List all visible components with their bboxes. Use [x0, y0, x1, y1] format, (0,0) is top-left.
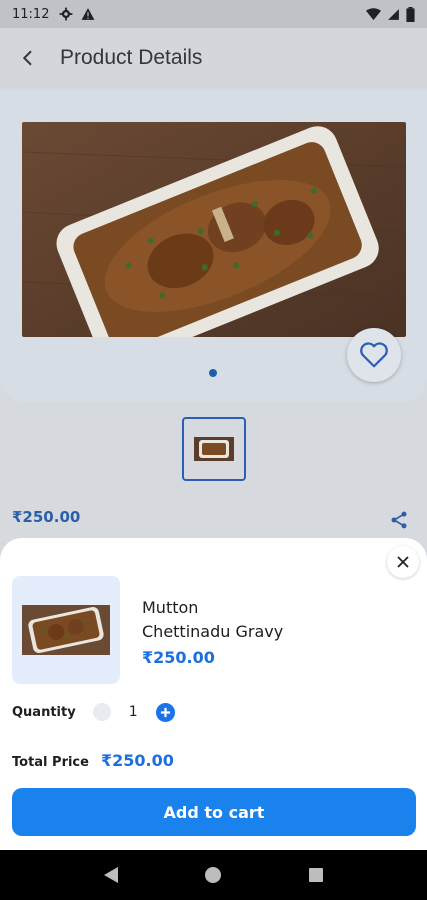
total-price-value: ₹250.00: [100, 751, 174, 770]
increment-button[interactable]: [155, 702, 175, 722]
heart-icon: [360, 342, 388, 368]
share-button[interactable]: [389, 510, 409, 535]
product-price: ₹250.00: [12, 508, 81, 526]
quantity-stepper: Quantity 1: [12, 702, 175, 722]
total-price-label: Total Price: [12, 755, 89, 770]
close-button[interactable]: [387, 546, 419, 578]
system-nav-bar: [0, 850, 427, 900]
share-icon: [391, 511, 407, 529]
back-arrow-icon: [22, 50, 32, 66]
sheet-product-price: ₹250.00: [142, 648, 215, 667]
quantity-label: Quantity: [12, 704, 76, 720]
product-name-line2: Chettinadu Gravy: [142, 622, 284, 641]
total-price-row: Total Price ₹250.00: [12, 751, 174, 770]
status-time: 11:12: [12, 6, 50, 22]
product-name-line1: Mutton: [142, 598, 199, 617]
settings-icon: [60, 7, 73, 21]
price-row: ₹250.00: [0, 508, 427, 532]
decrement-button[interactable]: [92, 703, 111, 721]
app-bar: Product Details: [0, 28, 427, 88]
product-image-carousel[interactable]: [0, 90, 427, 402]
page-title: Product Details: [60, 46, 203, 69]
wifi-icon: [366, 7, 381, 20]
nav-home-icon[interactable]: [204, 866, 222, 884]
image-thumbnail[interactable]: [182, 417, 246, 481]
add-to-cart-button[interactable]: Add to cart: [12, 788, 416, 836]
favorite-button[interactable]: [347, 328, 401, 382]
sheet-product-name: Mutton Chettinadu Gravy: [142, 596, 283, 644]
quantity-value: 1: [128, 704, 138, 720]
status-bar: 11:12: [0, 0, 427, 28]
nav-back-icon[interactable]: [103, 866, 119, 884]
plus-icon: [160, 707, 170, 717]
product-image: [22, 122, 406, 337]
carousel-indicator-dot: [209, 369, 217, 377]
nav-recents-icon[interactable]: [308, 867, 324, 883]
back-button[interactable]: [14, 44, 42, 72]
close-icon: [397, 556, 409, 568]
signal-icon: [388, 8, 399, 20]
battery-icon: [406, 6, 415, 22]
add-to-cart-sheet: Mutton Chettinadu Gravy ₹250.00 Quantity…: [0, 538, 427, 850]
sheet-product-image: [12, 576, 120, 684]
warning-icon: [82, 8, 95, 20]
